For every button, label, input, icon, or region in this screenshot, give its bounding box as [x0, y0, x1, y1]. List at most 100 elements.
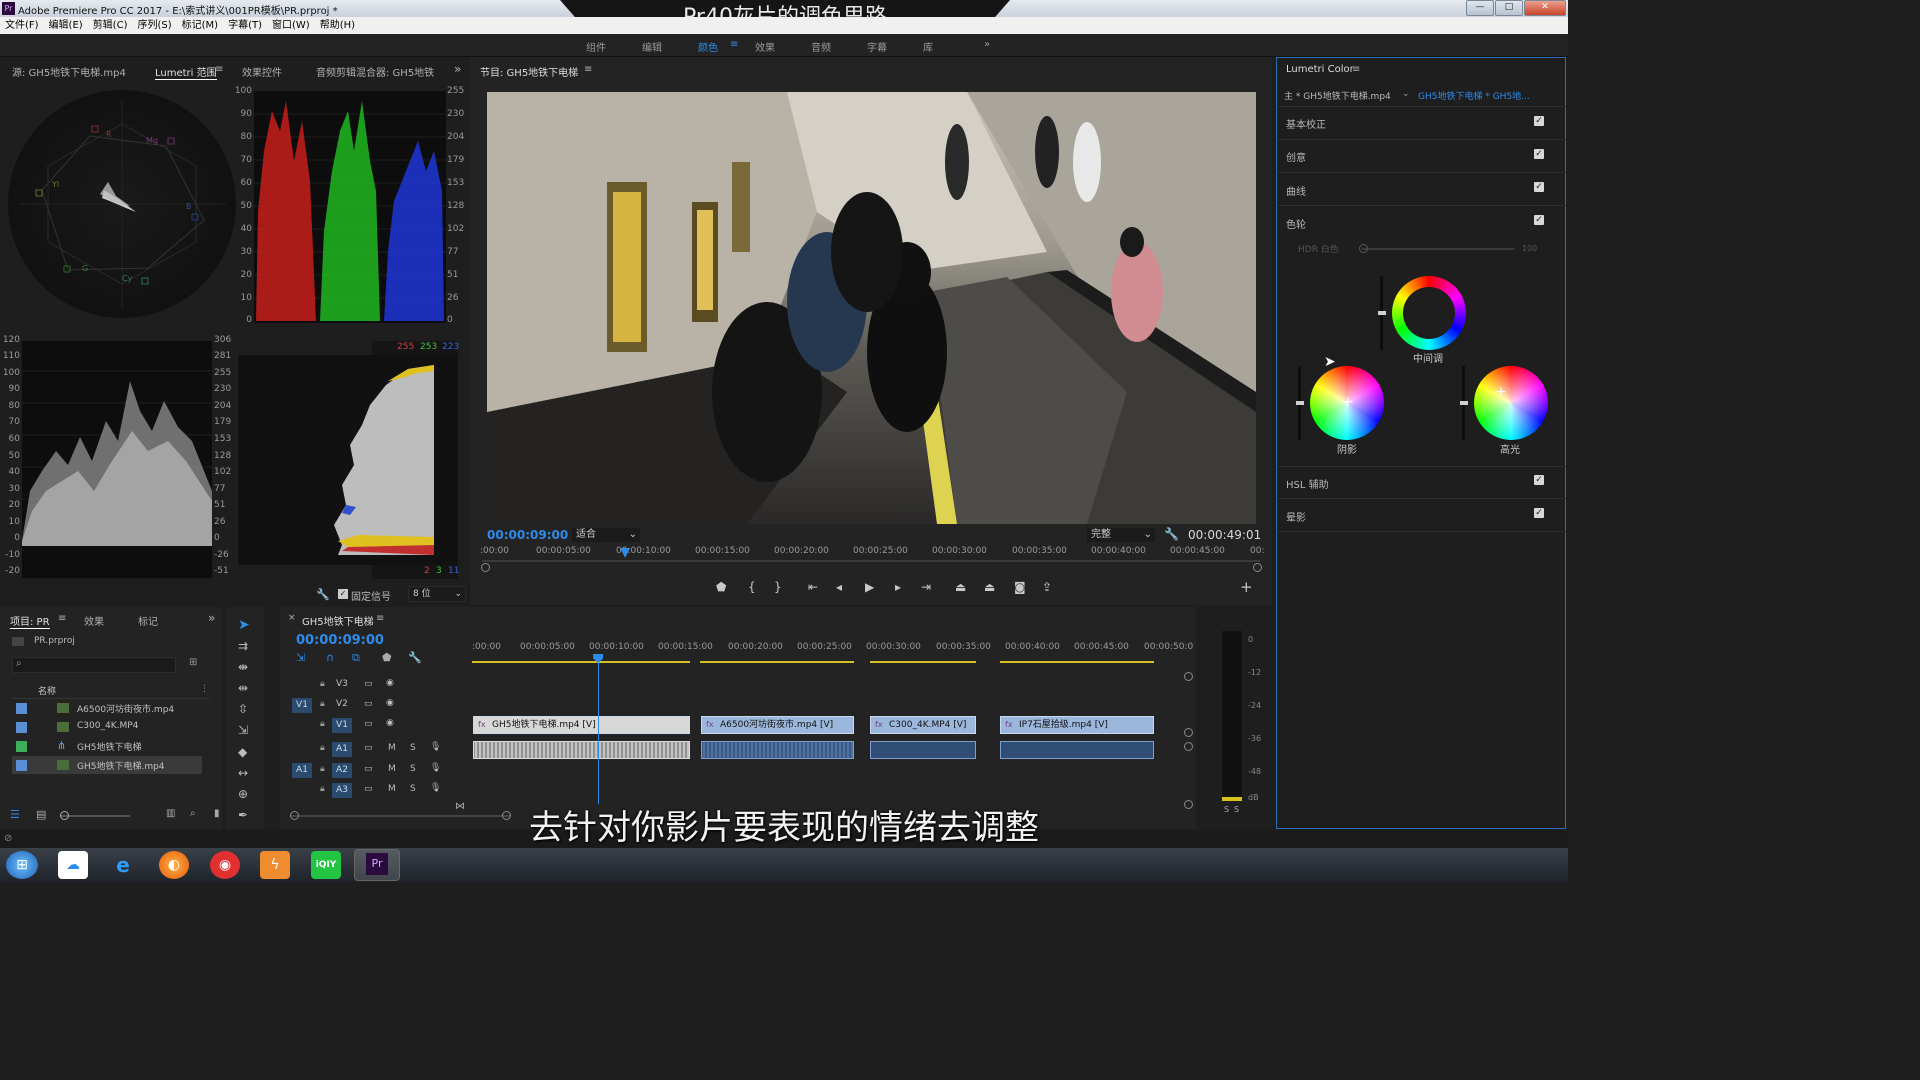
- step-forward-icon[interactable]: ▸: [895, 580, 901, 594]
- slide-tool-icon[interactable]: ⊕: [238, 787, 248, 801]
- rate-stretch-tool-icon[interactable]: ⇳: [238, 702, 248, 716]
- menu-sequence[interactable]: 序列(S): [132, 17, 176, 34]
- razor-tool-icon[interactable]: ◆: [238, 745, 247, 759]
- start-icon[interactable]: ⊞: [6, 851, 38, 879]
- project-search-input[interactable]: ⌕: [12, 657, 176, 673]
- microphone-icon[interactable]: 🎙︎: [430, 763, 441, 773]
- workspace-color[interactable]: 颜色: [698, 39, 718, 54]
- timeline-sequence-tab[interactable]: GH5地铁下电梯: [302, 613, 374, 628]
- iqiyi-icon[interactable]: iQIY: [311, 851, 341, 879]
- menu-file[interactable]: 文件(F): [0, 17, 44, 34]
- video-clip-selected[interactable]: fx GH5地铁下电梯.mp4 [V]: [473, 716, 690, 734]
- eye-icon[interactable]: ◉: [386, 718, 394, 728]
- firefox-icon[interactable]: ◐: [159, 851, 189, 879]
- solo-button[interactable]: S: [410, 764, 416, 774]
- workspace-overflow-icon[interactable]: »: [984, 39, 990, 50]
- sync-lock-icon[interactable]: ▭: [364, 784, 373, 794]
- rolling-edit-tool-icon[interactable]: ⇹: [238, 681, 248, 695]
- list-item[interactable]: A6500河坊街夜市.mp4: [12, 699, 202, 717]
- scrub-start-handle[interactable]: [481, 563, 490, 572]
- camera-icon[interactable]: ◙: [1014, 580, 1026, 594]
- solo-button[interactable]: S: [410, 784, 416, 794]
- add-marker-icon[interactable]: ⬟: [716, 580, 726, 594]
- section-basic-correction[interactable]: 基本校正: [1286, 116, 1326, 131]
- clamp-signal-checkbox[interactable]: ✓: [338, 589, 348, 599]
- scrub-end-handle[interactable]: [1253, 563, 1262, 572]
- project-overflow-icon[interactable]: »: [208, 611, 215, 625]
- settings-wrench-icon[interactable]: 🔧: [1164, 527, 1179, 541]
- ripple-edit-tool-icon[interactable]: ⇼: [238, 660, 248, 674]
- sync-lock-icon[interactable]: ▭: [364, 743, 373, 753]
- workspace-audio[interactable]: 音频: [811, 39, 831, 54]
- workspace-menu-icon[interactable]: ≡: [730, 39, 738, 50]
- nest-icon[interactable]: ⇲: [296, 651, 305, 664]
- timeline-playhead-line[interactable]: [598, 654, 600, 804]
- list-item[interactable]: C300_4K.MP4: [12, 718, 202, 736]
- microphone-icon[interactable]: 🎙︎: [430, 783, 441, 793]
- track-target-v1[interactable]: V1: [332, 718, 352, 733]
- vignette-checkbox[interactable]: ✓: [1534, 508, 1544, 518]
- list-item[interactable]: ⋔ GH5地铁下电梯: [12, 737, 202, 755]
- basic-correction-checkbox[interactable]: ✓: [1534, 116, 1544, 126]
- track-target-a3[interactable]: A3: [332, 783, 352, 798]
- track-target-a2[interactable]: A2: [332, 763, 352, 778]
- timeline-menu-icon[interactable]: ≡: [376, 613, 384, 624]
- tab-project[interactable]: 项目: PR: [10, 613, 50, 629]
- lift-icon[interactable]: ⏏: [955, 580, 966, 594]
- source-patch-v1[interactable]: V1: [292, 698, 312, 713]
- baidu-netdisk-icon[interactable]: ☁: [58, 851, 88, 879]
- video-clip[interactable]: fx IP7石屋拾级.mp4 [V]: [1000, 716, 1154, 734]
- microphone-icon[interactable]: 🎙︎: [430, 742, 441, 752]
- tab-source[interactable]: 源: GH5地铁下电梯.mp4: [12, 64, 126, 79]
- scroll-handle[interactable]: [1184, 728, 1193, 737]
- scroll-handle[interactable]: [1184, 672, 1193, 681]
- menu-help[interactable]: 帮助(H): [315, 17, 360, 34]
- timeline-time-ruler[interactable]: :00:00 00:00:05:00 00:00:10:00 00:00:15:…: [472, 642, 1193, 656]
- tab-effect-controls[interactable]: 效果控件: [242, 64, 282, 79]
- track-target-a1[interactable]: A1: [332, 742, 352, 757]
- lock-icon[interactable]: 🔒︎: [320, 743, 325, 753]
- shadows-color-wheel[interactable]: +: [1310, 366, 1384, 440]
- sync-lock-icon[interactable]: ▭: [364, 679, 373, 689]
- shadows-slider-handle[interactable]: [1296, 401, 1304, 405]
- close-button[interactable]: ✕: [1524, 0, 1566, 16]
- menu-clip[interactable]: 剪辑(C): [88, 17, 133, 34]
- premiere-taskbar-button[interactable]: Pr: [354, 849, 400, 881]
- mute-button[interactable]: M: [388, 764, 396, 774]
- lock-icon[interactable]: 🔒︎: [320, 719, 325, 729]
- thunder-icon[interactable]: ϟ: [260, 851, 290, 879]
- audio-clip-selected[interactable]: [473, 741, 690, 759]
- timeline-settings-wrench-icon[interactable]: 🔧: [408, 651, 422, 664]
- menu-window[interactable]: 窗口(W): [267, 17, 315, 34]
- section-curves[interactable]: 曲线: [1286, 183, 1306, 198]
- hdr-white-slider[interactable]: [1362, 248, 1514, 250]
- mark-in-icon[interactable]: {: [748, 580, 756, 594]
- timeline-timecode[interactable]: 00:00:09:00: [296, 633, 384, 648]
- ie-icon[interactable]: e: [108, 851, 138, 879]
- video-clip[interactable]: fx A6500河坊街夜市.mp4 [V]: [701, 716, 854, 734]
- hdr-white-slider-handle[interactable]: [1359, 244, 1368, 253]
- video-clip[interactable]: fx C300_4K.MP4 [V]: [870, 716, 976, 734]
- playback-resolution-dropdown[interactable]: 完整 ⌄: [1087, 528, 1155, 542]
- highlights-slider-handle[interactable]: [1460, 401, 1468, 405]
- solo-button[interactable]: S: [410, 743, 416, 753]
- minimize-button[interactable]: —: [1466, 0, 1494, 16]
- mark-out-icon[interactable]: }: [774, 580, 782, 594]
- bit-depth-dropdown[interactable]: 8 位 ⌄: [408, 586, 466, 602]
- mute-button[interactable]: M: [388, 743, 396, 753]
- maximize-button[interactable]: □: [1495, 0, 1523, 16]
- go-to-in-icon[interactable]: ⇤: [808, 580, 818, 594]
- name-column-header[interactable]: 名称: [38, 684, 56, 697]
- scroll-handle[interactable]: [1184, 742, 1193, 751]
- program-menu-icon[interactable]: ≡: [584, 64, 592, 75]
- linked-selection-icon[interactable]: ⧉: [352, 651, 360, 665]
- tab-lumetri-scopes[interactable]: Lumetri 范围: [155, 64, 217, 80]
- highlights-color-wheel[interactable]: +: [1474, 366, 1548, 440]
- program-scrub-bar[interactable]: [482, 560, 1260, 562]
- zoom-fit-dropdown[interactable]: 适合 ⌄: [572, 528, 640, 542]
- eye-icon[interactable]: ◉: [386, 678, 394, 688]
- lock-icon[interactable]: 🔒︎: [320, 764, 325, 774]
- workspace-titles[interactable]: 字幕: [867, 39, 887, 54]
- panel-menu-icon[interactable]: ≡: [215, 64, 223, 75]
- curves-checkbox[interactable]: ✓: [1534, 182, 1544, 192]
